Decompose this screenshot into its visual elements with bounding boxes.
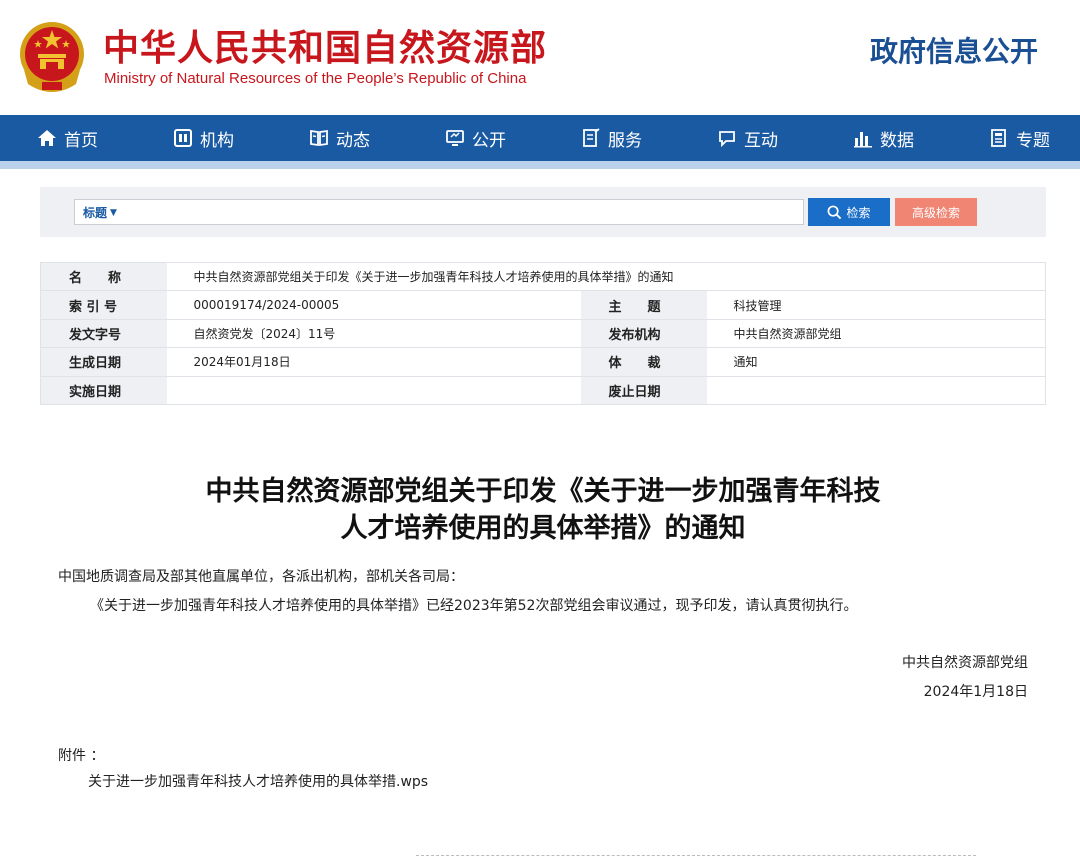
- search-button[interactable]: 检索: [808, 198, 890, 226]
- site-header: 中华人民共和国自然资源部 Ministry of Natural Resourc…: [0, 0, 1080, 115]
- article-date: 2024年1月18日: [923, 684, 1028, 700]
- national-emblem-icon: [20, 22, 84, 92]
- created-label: 生成日期: [40, 347, 167, 377]
- search-input[interactable]: 标题 ▼: [74, 199, 804, 225]
- nav-item-home[interactable]: 首页: [37, 126, 98, 151]
- nav-item-label: 互动: [744, 130, 778, 151]
- attachment-link[interactable]: 关于进一步加强青年科技人才培养使用的具体举措.wps: [88, 771, 428, 791]
- advanced-search-label: 高级检索: [911, 205, 960, 220]
- nav-item-label: 数据: [880, 130, 914, 151]
- nav-item-news[interactable]: 动态: [309, 126, 370, 151]
- table-row: 索 引 号 000019174/2024-00005 主 题 科技管理: [40, 290, 1046, 320]
- publisher-label: 发布机构: [580, 319, 707, 349]
- index-label: 索 引 号: [40, 290, 167, 320]
- table-row: 发文字号 自然资党发〔2024〕11号 发布机构 中共自然资源部党组: [40, 319, 1046, 349]
- article-title: 中共自然资源部党组关于印发《关于进一步加强青年科技 人才培养使用的具体举措》的通…: [150, 473, 936, 547]
- article-salutation: 中国地质调查局及部其他直属单位，各派出机构，部机关各司局：: [58, 569, 464, 585]
- nav-item-label: 专题: [1016, 130, 1050, 151]
- main-nav: 首页 机构 动态 公开 服务 互动 数据 专题: [0, 115, 1080, 161]
- genre-value: 通知: [706, 347, 1046, 377]
- genre-label: 体 裁: [580, 347, 707, 377]
- section-title: 政府信息公开: [869, 35, 1038, 68]
- index-value: 000019174/2024-00005: [166, 290, 581, 320]
- nav-item-data[interactable]: 数据: [853, 126, 914, 151]
- chat-icon: [719, 131, 735, 148]
- name-label: 名 称: [40, 262, 167, 292]
- table-row: 名 称 中共自然资源部党组关于印发《关于进一步加强青年科技人才培养使用的具体举措…: [40, 262, 1046, 292]
- nav-item-label: 动态: [336, 130, 370, 151]
- nav-item-service[interactable]: 服务: [581, 126, 642, 151]
- site-title-en: Ministry of Natural Resources of the Peo…: [104, 70, 527, 87]
- home-icon: [38, 130, 56, 146]
- search-icon: [828, 205, 842, 219]
- publisher-value: 中共自然资源部党组: [706, 319, 1046, 349]
- nav-divider: [0, 161, 1080, 169]
- created-value: 2024年01月18日: [166, 347, 581, 377]
- nav-item-open[interactable]: 公开: [445, 126, 506, 151]
- site-title-cn: 中华人民共和国自然资源部: [103, 27, 548, 69]
- service-icon: [583, 128, 600, 147]
- search-type-label: 标题: [83, 206, 108, 220]
- article-body: 《关于进一步加强青年科技人才培养使用的具体举措》已经2023年第52次部党组会审…: [90, 598, 858, 614]
- attachment-label: 附件 ：: [58, 748, 105, 764]
- topic-icon: [991, 129, 1006, 147]
- expiry-label: 废止日期: [580, 376, 707, 405]
- doc-no-value: 自然资党发〔2024〕11号: [166, 319, 581, 349]
- table-row: 实施日期 废止日期: [40, 376, 1046, 405]
- topic-value: 科技管理: [706, 290, 1046, 320]
- nav-item-label: 首页: [64, 130, 98, 151]
- org-icon: [174, 129, 192, 147]
- name-value: 中共自然资源部党组关于印发《关于进一步加强青年科技人才培养使用的具体举措》的通知: [166, 262, 1046, 292]
- nav-item-org[interactable]: 机构: [173, 126, 234, 151]
- article-title-line2: 人才培养使用的具体举措》的通知: [340, 513, 746, 544]
- document-info-table: 名 称 中共自然资源部党组关于印发《关于进一步加强青年科技人才培养使用的具体举措…: [40, 262, 1046, 405]
- nav-item-topic[interactable]: 专题: [989, 126, 1050, 151]
- nav-item-interact[interactable]: 互动: [717, 126, 778, 151]
- divider: [416, 855, 976, 856]
- advanced-search-button[interactable]: 高级检索: [895, 198, 977, 226]
- doc-no-label: 发文字号: [40, 319, 167, 349]
- effective-label: 实施日期: [40, 376, 167, 405]
- table-row: 生成日期 2024年01月18日 体 裁 通知: [40, 347, 1046, 377]
- news-icon: [310, 129, 328, 147]
- chevron-down-icon: ▼: [110, 207, 117, 218]
- monitor-icon: [446, 130, 464, 146]
- topic-label: 主 题: [580, 290, 707, 320]
- expiry-value: [706, 376, 1046, 405]
- search-button-label: 检索: [846, 205, 871, 220]
- nav-item-label: 机构: [200, 130, 234, 151]
- effective-value: [166, 376, 581, 405]
- nav-item-label: 公开: [472, 130, 506, 151]
- bar-chart-icon: [854, 132, 872, 148]
- search-type-select[interactable]: 标题 ▼: [83, 204, 117, 221]
- article-signer: 中共自然资源部党组: [902, 655, 1028, 671]
- article-title-line1: 中共自然资源部党组关于印发《关于进一步加强青年科技: [205, 476, 881, 507]
- nav-item-label: 服务: [608, 130, 642, 151]
